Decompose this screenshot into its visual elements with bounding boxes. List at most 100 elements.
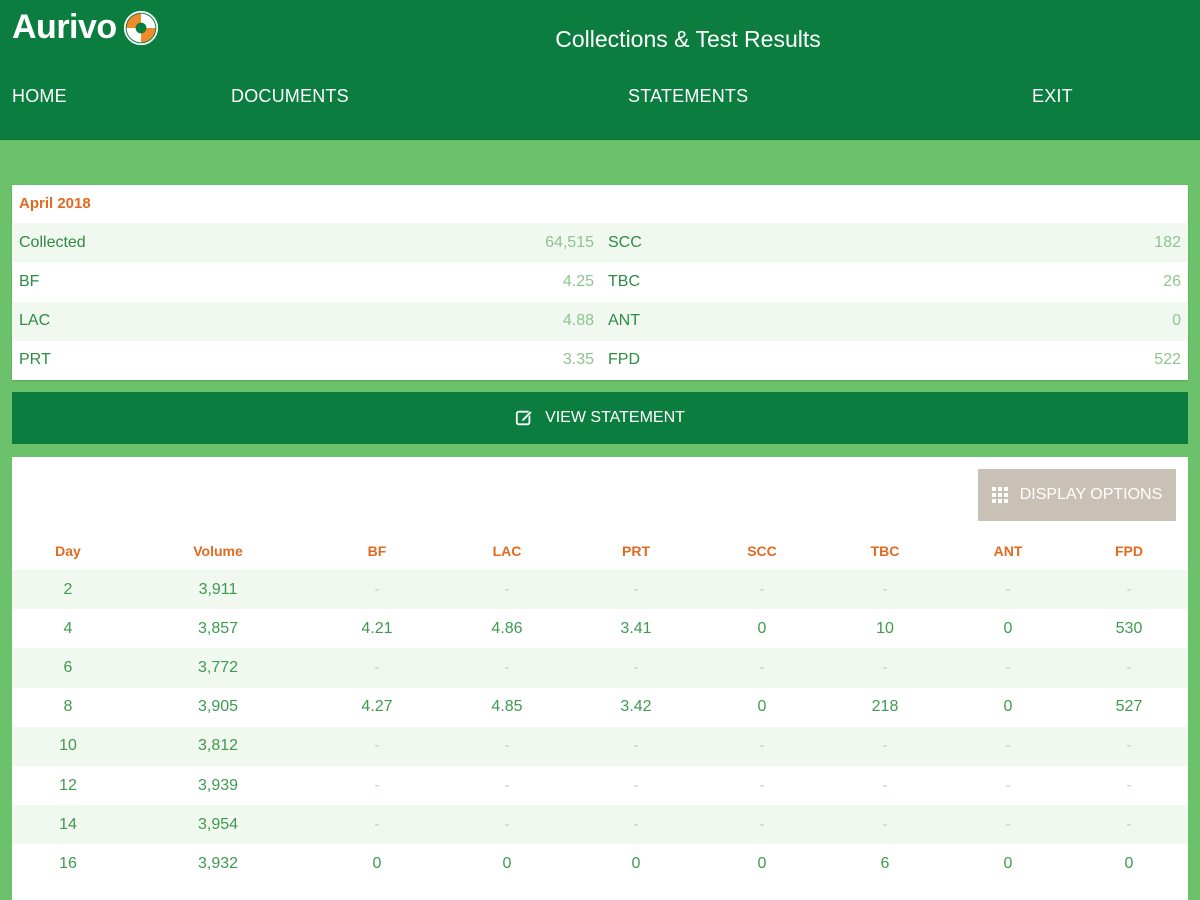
nav-documents[interactable]: DOCUMENTS [231,86,349,107]
table-cell-lac: 0 [502,854,512,872]
summary-row: BF 4.25 TBC 26 [12,262,1188,301]
table-cell-fpd: 0 [1124,854,1134,872]
table-cell-lac: - [442,726,572,766]
summary-value: 0 [1172,312,1181,330]
table-cell-day: 8 [63,698,73,716]
table-cell-ant: - [946,648,1070,688]
table-cell-bf: - [374,776,380,794]
table-cell-scc: - [700,648,824,688]
column-header-fpd[interactable]: FPD [1070,532,1188,570]
summary-label: Collected [19,233,86,251]
table-cell-tbc: - [882,776,888,794]
column-header-bf[interactable]: BF [312,532,442,570]
table-cell-volume: 3,954 [124,805,312,845]
table-cell-volume: 3,905 [197,698,239,716]
grid-icon [991,487,1008,503]
summary-value: 26 [1163,272,1181,290]
results-card: DISPLAY OPTIONS Day Volume BF LAC PRT SC… [12,457,1188,900]
summary-label: BF [19,272,40,290]
table-cell-lac: 4.86 [491,619,523,637]
nav-home[interactable]: HOME [12,86,67,107]
table-cell-fpd: 530 [1115,619,1143,637]
table-header-row: Day Volume BF LAC PRT SCC TBC ANT FPD [12,532,1188,570]
table-row[interactable]: 12 3,939 - - - - - - - [12,766,1188,805]
table-cell-volume: 3,772 [124,648,312,688]
table-row[interactable]: 14 3,954- - - - - - - [12,805,1188,845]
table-cell-day: 10 [12,726,124,766]
column-header-prt[interactable]: PRT [572,532,700,570]
table-cell-scc: 0 [757,854,767,872]
table-cell-tbc: 218 [871,698,899,716]
summary-value: 522 [1154,351,1181,369]
summary-value: 182 [1154,233,1181,251]
view-statement-button[interactable]: VIEW STATEMENT [12,392,1188,444]
table-cell-day: 6 [12,648,124,688]
table-cell-ant: - [946,570,1070,610]
edit-icon [515,410,533,426]
column-header-ant[interactable]: ANT [946,532,1070,570]
table-cell-fpd: - [1126,776,1132,794]
display-options-label: DISPLAY OPTIONS [1019,486,1163,503]
table-row[interactable]: 4 3,857 4.21 4.86 3.41 0 10 0 530 [12,609,1188,648]
table-cell-day: 14 [12,805,124,845]
summary-label: TBC [608,272,640,290]
table-row[interactable]: 2 3,911- - - - - - - [12,570,1188,610]
table-cell-fpd: - [1070,726,1188,766]
table-cell-scc: 0 [757,619,767,637]
table-cell-volume: 3,932 [197,854,239,872]
table-cell-prt: 3.42 [620,698,652,716]
table-cell-prt: - [572,648,700,688]
table-cell-prt: 0 [631,854,641,872]
table-cell-fpd: - [1070,570,1188,610]
table-cell-fpd: 527 [1115,698,1143,716]
results-table: Day Volume BF LAC PRT SCC TBC ANT FPD 23… [12,532,1188,884]
table-cell-tbc: - [824,805,946,845]
table-cell-tbc: - [824,726,946,766]
display-options-button[interactable]: DISPLAY OPTIONS [978,469,1176,521]
table-row[interactable]: 6 3,772- - - - - - - [12,648,1188,688]
table-cell-bf: - [312,726,442,766]
column-header-tbc[interactable]: TBC [824,532,946,570]
table-cell-day: 12 [59,776,77,794]
table-cell-ant: 0 [1003,619,1013,637]
table-cell-bf: 4.21 [361,619,393,637]
view-statement-label: VIEW STATEMENT [545,409,685,426]
table-cell-tbc: - [824,570,946,610]
summary-row: Collected 64,515 SCC 182 [12,223,1188,263]
summary-row: LAC 4.88 ANT 0 [12,301,1188,341]
column-header-volume[interactable]: Volume [124,532,312,570]
table-cell-lac: - [442,805,572,845]
table-cell-ant: 0 [1003,698,1013,716]
table-cell-scc: - [759,776,765,794]
table-cell-volume: 3,911 [124,570,312,610]
summary-card: April 2018 Collected 64,515 SCC 182 BF 4… [12,185,1188,380]
table-row[interactable]: 16 3,932 0 0 0 0 6 0 0 [12,844,1188,883]
nav-statements[interactable]: STATEMENTS [628,86,748,107]
table-cell-ant: 0 [1003,854,1013,872]
summary-label: SCC [608,233,642,251]
summary-period: April 2018 [19,195,91,212]
summary-value: 64,515 [545,233,594,251]
table-cell-scc: 0 [757,698,767,716]
table-cell-fpd: - [1070,805,1188,845]
table-cell-bf: 4.27 [361,698,393,716]
table-cell-lac: - [442,648,572,688]
table-row[interactable]: 10 3,812- - - - - - - [12,726,1188,766]
column-header-lac[interactable]: LAC [442,532,572,570]
column-header-scc[interactable]: SCC [700,532,824,570]
summary-value: 3.35 [562,351,594,369]
table-cell-tbc: - [824,648,946,688]
table-cell-ant: - [946,805,1070,845]
table-cell-scc: - [700,805,824,845]
table-cell-volume: 3,857 [197,619,239,637]
table-cell-bf: - [312,648,442,688]
summary-row: PRT 3.35 FPD 522 [12,341,1188,380]
table-cell-ant: - [946,726,1070,766]
table-cell-prt: - [572,805,700,845]
nav-exit[interactable]: EXIT [1032,86,1073,107]
app-header: Aurivo Collections & Test Results HOME D… [0,0,1200,140]
column-header-day[interactable]: Day [12,532,124,570]
table-cell-prt: 3.41 [620,619,652,637]
table-cell-day: 2 [12,570,124,610]
table-row[interactable]: 8 3,905 4.27 4.85 3.42 0 218 0 527 [12,688,1188,727]
